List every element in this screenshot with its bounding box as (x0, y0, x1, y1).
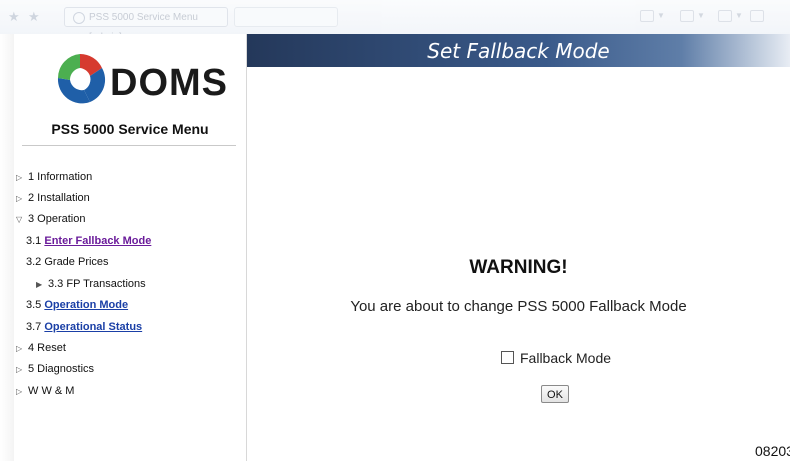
chevron-down-icon[interactable]: ▼ (735, 11, 743, 20)
menu-item-label: 3.2 Grade Prices (26, 256, 109, 268)
menu-item-label: 1 Information (28, 171, 93, 183)
checkbox-label: Fallback Mode (520, 350, 612, 366)
loading-icon (73, 12, 85, 24)
menu-item-label: 3.3 FP Transactions (48, 278, 146, 290)
favorites-star-icon[interactable]: ★ (8, 10, 22, 24)
enter-fallback-mode-link[interactable]: Enter Fallback Mode (44, 235, 151, 247)
page-icon[interactable] (750, 10, 764, 22)
page-title: Set Fallback Mode (427, 39, 610, 63)
menu-item-enter-fallback-mode[interactable]: 3.1 Enter Fallback Mode (26, 234, 151, 248)
menu-item-operational-status[interactable]: 3.7 Operational Status (26, 320, 142, 334)
print-icon[interactable] (718, 10, 732, 22)
menu-item-number: 3.7 (26, 321, 42, 333)
doms-logo: DOMS (50, 46, 227, 112)
service-menu-sidebar: DOMS PSS 5000 Service Menu ▷ 1 Informatio… (14, 34, 247, 461)
new-tab[interactable] (234, 7, 338, 27)
expand-arrow-icon: ▷ (16, 387, 23, 396)
menu-item-label: 4 Reset (28, 342, 66, 354)
menu-item-label: 5 Diagnostics (28, 363, 95, 375)
warning-message: You are about to change PSS 5000 Fallbac… (350, 298, 687, 315)
fallback-mode-checkbox-row[interactable]: Fallback Mode (501, 350, 611, 368)
fallback-mode-checkbox[interactable] (501, 351, 514, 364)
menu-item-wwm[interactable]: ▷ W W & M (16, 384, 74, 398)
menu-title: PSS 5000 Service Menu (51, 121, 209, 137)
warning-title: WARNING! (469, 257, 568, 278)
feeds-icon[interactable] (680, 10, 694, 22)
chevron-down-icon[interactable]: ▼ (697, 11, 705, 20)
menu-item-label: 2 Installation (28, 192, 90, 204)
ok-button[interactable]: OK (541, 385, 569, 403)
menu-item-installation[interactable]: ▷ 2 Installation (16, 191, 90, 205)
menu-item-diagnostics[interactable]: ▷ 5 Diagnostics (16, 362, 94, 376)
menu-item-label: 3 Operation (28, 213, 86, 225)
expand-arrow-icon: ▷ (16, 344, 23, 353)
menu-item-operation[interactable]: ▽ 3 Operation (16, 212, 85, 226)
browser-tab[interactable]: PSS 5000 Service Menu [admin] (64, 7, 228, 43)
menu-item-information[interactable]: ▷ 1 Information (16, 170, 92, 184)
window-edge (0, 34, 14, 461)
menu-item-reset[interactable]: ▷ 4 Reset (16, 341, 66, 355)
menu-item-label: W W & M (28, 385, 75, 397)
expand-arrow-icon: ▷ (16, 194, 23, 203)
doms-logo-icon (57, 53, 106, 104)
menu-item-operation-mode[interactable]: 3.5 Operation Mode (26, 298, 128, 312)
menu-item-number: 3.1 (26, 235, 42, 247)
figure-code: 08203 (755, 443, 790, 459)
expand-arrow-icon: ▷ (16, 173, 23, 182)
collapse-arrow-icon: ▽ (16, 215, 23, 224)
expand-arrow-icon: ▷ (16, 365, 23, 374)
chevron-down-icon[interactable]: ▼ (657, 11, 665, 20)
menu-item-fp-transactions[interactable]: ▶ 3.3 FP Transactions (36, 277, 146, 291)
menu-item-grade-prices[interactable]: 3.2 Grade Prices (26, 255, 109, 269)
expand-arrow-icon: ▶ (36, 280, 43, 289)
home-icon[interactable] (640, 10, 654, 22)
browser-toolbar: ★ ★ PSS 5000 Service Menu [admin] ▼ ▼ ▼ (0, 0, 790, 43)
divider (22, 145, 236, 146)
logo-text: DOMS (110, 62, 228, 104)
add-favorite-icon[interactable]: ★ (28, 10, 42, 24)
operation-mode-link[interactable]: Operation Mode (44, 299, 128, 311)
page-header: Set Fallback Mode (247, 34, 790, 67)
operational-status-link[interactable]: Operational Status (44, 321, 142, 333)
menu-item-number: 3.5 (26, 299, 42, 311)
